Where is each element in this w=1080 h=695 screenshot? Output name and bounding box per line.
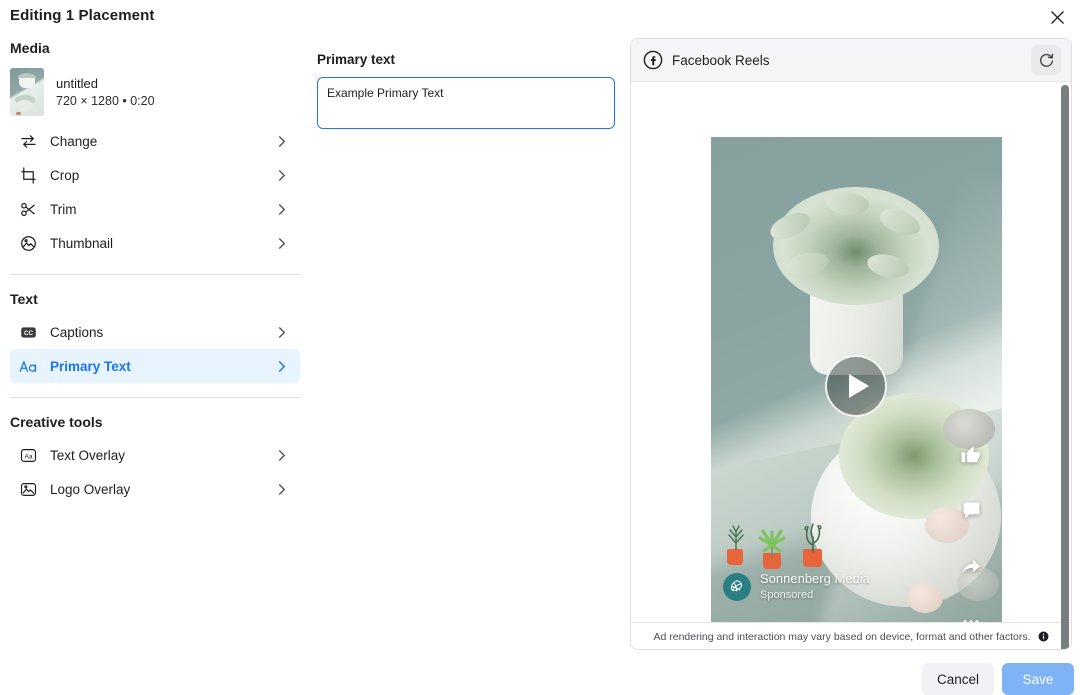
plant-icon [725,523,747,551]
close-icon [1050,10,1065,25]
succulent-top [763,179,949,379]
page-title: Editing 1 Placement [10,7,154,24]
refresh-preview-button[interactable] [1031,45,1061,75]
save-button[interactable]: Save [1002,663,1074,695]
chevron-right-icon [275,135,288,148]
chevron-right-icon [275,483,288,496]
sidebar-item-label: Thumbnail [50,236,275,251]
play-icon [849,374,869,398]
section-divider [10,274,300,275]
sidebar-item-label: Change [50,134,275,149]
creative-tools-section: Creative tools Aa Text Overlay [0,414,310,506]
sidebar-item-trim[interactable]: Trim [10,192,300,226]
chevron-right-icon [275,203,288,216]
chevron-right-icon [275,449,288,462]
plant-icon [756,529,788,559]
sidebar-item-change[interactable]: Change [10,124,300,158]
media-file-name: untitled [56,76,155,91]
preview-title: Facebook Reels [672,53,1031,68]
preview-scrollbar[interactable] [1061,85,1069,650]
preview-disclaimer: Ad rendering and interaction may vary ba… [631,622,1071,650]
text-section: Text CC Captions [0,291,310,383]
editor-sidebar: Media untitled 720 × 1280 • 0:20 [0,40,310,660]
section-divider [10,397,300,398]
reel-video-preview[interactable]: Sonnenberg Media Sponsored Test post 3 [711,137,1002,650]
chevron-right-icon [275,360,288,373]
chevron-right-icon [275,326,288,339]
media-section: Media untitled 720 × 1280 • 0:20 [0,40,310,260]
primary-text-panel: Primary text [317,52,617,134]
primary-text-label: Primary text [317,52,617,67]
crop-icon [18,165,38,185]
like-button[interactable] [954,437,988,471]
svg-text:Aa: Aa [24,453,32,460]
brand-row: Sonnenberg Media Sponsored [723,571,870,602]
sidebar-item-label: Crop [50,168,275,183]
disclaimer-text: Ad rendering and interaction may vary ba… [653,631,1030,643]
svg-text:CC: CC [24,329,33,336]
refresh-icon [1038,52,1055,69]
leaf-logo-icon [728,578,746,596]
chevron-right-icon [275,169,288,182]
text-overlay-icon: Aa [18,445,38,465]
dialog-header: Editing 1 Placement [0,0,1080,32]
cancel-button[interactable]: Cancel [922,663,994,695]
media-section-title: Media [0,40,310,56]
preview-body: Sonnenberg Media Sponsored Test post 3 A… [631,82,1071,650]
sidebar-item-thumbnail[interactable]: Thumbnail [10,226,300,260]
text-section-title: Text [0,291,310,307]
preview-header: Facebook Reels [631,39,1071,82]
media-file-meta: 720 × 1280 • 0:20 [56,94,155,108]
ad-preview-panel: Facebook Reels [630,38,1072,650]
creative-tools-section-title: Creative tools [0,414,310,430]
sidebar-item-label: Captions [50,325,275,340]
sponsored-label: Sponsored [760,588,870,602]
aa-text-icon [18,356,38,376]
sidebar-item-primary-text[interactable]: Primary Text [10,349,300,383]
dialog-footer: Cancel Save [0,650,1080,695]
swap-arrows-icon [18,131,38,151]
sidebar-item-label: Primary Text [50,359,275,374]
primary-text-input[interactable] [317,77,615,129]
scrollbar-thumb[interactable] [1061,85,1069,650]
sidebar-item-captions[interactable]: CC Captions [10,315,300,349]
sidebar-item-label: Text Overlay [50,448,275,463]
chevron-right-icon [275,237,288,250]
cc-icon: CC [18,322,38,342]
plant-icon [797,521,829,553]
image-circle-icon [18,233,38,253]
brand-name: Sonnenberg Media [760,571,870,587]
scissors-icon [18,199,38,219]
sidebar-item-text-overlay[interactable]: Aa Text Overlay [10,438,300,472]
sidebar-item-label: Logo Overlay [50,482,275,497]
play-button[interactable] [825,355,887,417]
thumbs-up-icon [960,443,982,465]
avatar [723,573,751,601]
media-thumbnail [10,68,44,116]
info-icon[interactable] [1038,631,1049,642]
sidebar-item-logo-overlay[interactable]: Logo Overlay [10,472,300,506]
placement-editor-dialog: Editing 1 Placement Media untitled 720 ×… [0,0,1080,695]
sidebar-item-label: Trim [50,202,275,217]
close-button[interactable] [1044,4,1070,30]
media-file-row[interactable]: untitled 720 × 1280 • 0:20 [0,64,310,124]
sidebar-item-crop[interactable]: Crop [10,158,300,192]
facebook-icon [643,50,663,70]
logo-overlay-icon [18,479,38,499]
